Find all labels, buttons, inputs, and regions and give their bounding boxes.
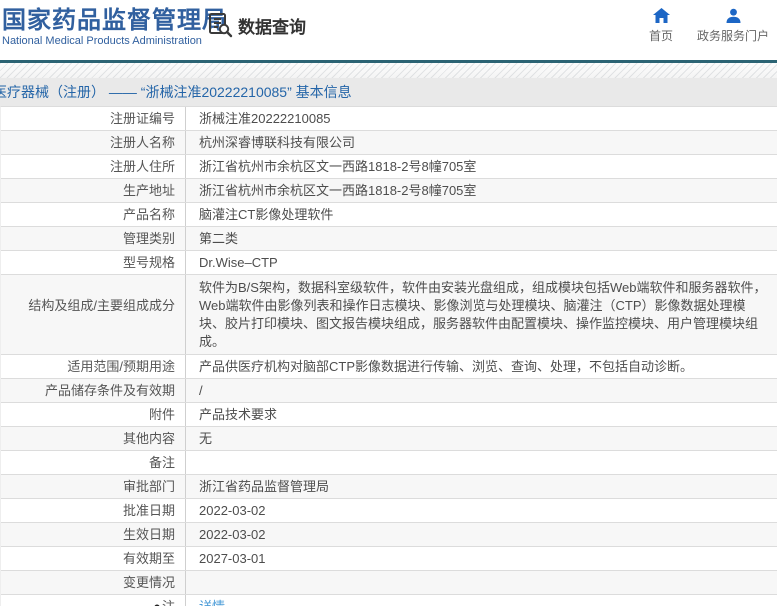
data-query-section[interactable]: 数据查询 [207,12,306,38]
logo-title: 国家药品监督管理局 [2,7,227,34]
home-icon [652,8,670,24]
row-label: 产品名称 [1,203,186,226]
logo-subtitle: National Medical Products Administration [2,35,202,47]
row-value: 2022-03-02 [199,527,266,542]
row-value: Dr.Wise–CTP [199,255,278,270]
table-row-product-name: 产品名称 脑灌注CT影像处理软件 [1,203,777,227]
row-value: 2022-03-02 [199,503,266,518]
table-row-change-status: 变更情况 [1,571,777,595]
row-label: 批准日期 [1,499,186,522]
table-row-production-address: 生产地址 浙江省杭州市余杭区文一西路1818-2号8幢705室 [1,179,777,203]
table-row-intended-use: 适用范围/预期用途 产品供医疗机构对脑部CTP影像数据进行传输、浏览、查询、处理… [1,355,777,379]
row-label: 结构及组成/主要组成成分 [1,275,186,354]
details-link[interactable]: 详情 [199,599,225,606]
table-row-other-content: 其他内容 无 [1,427,777,451]
note-label: 注 [162,599,175,606]
row-label: 型号规格 [1,251,186,274]
nav-home-label: 首页 [648,29,673,43]
table-row-management-class: 管理类别 第二类 [1,227,777,251]
row-value [186,451,777,474]
page-title-bar: 医疗器械（注册） —— “浙械注准20222210085” 基本信息 [0,78,777,106]
row-value: 产品供医疗机构对脑部CTP影像数据进行传输、浏览、查询、处理，不包括自动诊断。 [199,359,694,374]
row-label: ●注 [1,595,186,606]
table-row-note: ●注 详情 [1,595,777,606]
table-row-registrant-address: 注册人住所 浙江省杭州市余杭区文一西路1818-2号8幢705室 [1,155,777,179]
row-label: 备注 [1,451,186,474]
registration-info-table: 注册证编号 浙械注准20222210085 注册人名称 杭州深睿博联科技有限公司… [0,106,777,606]
row-label: 变更情况 [1,571,186,594]
row-value [186,571,777,594]
row-value: 无 [199,431,213,446]
row-value: 浙江省药品监督管理局 [199,479,330,494]
nav-portal-label: 政务服务门户 [697,29,770,43]
table-row-expiry-date: 有效期至 2027-03-01 [1,547,777,571]
data-query-icon [207,12,233,38]
row-label: 产品储存条件及有效期 [1,379,186,402]
row-label: 其他内容 [1,427,186,450]
row-value: 脑灌注CT影像处理软件 [199,207,334,222]
row-value: 产品技术要求 [199,407,278,422]
row-value: 软件为B/S架构，数据科室级软件，软件由安装光盘组成，组成模块包括Web端软件和… [199,280,767,349]
table-row-effective-date: 生效日期 2022-03-02 [1,523,777,547]
page-header: 国家药品监督管理局 National Medical Products Admi… [0,0,777,60]
data-query-label: 数据查询 [238,17,306,37]
table-row-structure-composition: 结构及组成/主要组成成分 软件为B/S架构，数据科室级软件，软件由安装光盘组成，… [1,275,777,355]
row-label: 管理类别 [1,227,186,250]
row-value: 浙江省杭州市余杭区文一西路1818-2号8幢705室 [199,183,477,198]
table-row-storage-conditions: 产品储存条件及有效期 / [1,379,777,403]
nmpa-logo[interactable]: 国家药品监督管理局 National Medical Products Admi… [2,8,227,48]
table-row-approval-department: 审批部门 浙江省药品监督管理局 [1,475,777,499]
row-value: 浙械注准20222210085 [199,111,331,126]
row-value: 第二类 [199,231,239,246]
table-row-approval-date: 批准日期 2022-03-02 [1,499,777,523]
user-icon [725,8,742,24]
row-label: 附件 [1,403,186,426]
row-label: 注册人名称 [1,131,186,154]
row-value: 杭州深睿博联科技有限公司 [199,135,356,150]
table-row-registrant-name: 注册人名称 杭州深睿博联科技有限公司 [1,131,777,155]
row-label: 生产地址 [1,179,186,202]
table-row-model-spec: 型号规格 Dr.Wise–CTP [1,251,777,275]
page-title: 医疗器械（注册） —— “浙械注准20222210085” 基本信息 [0,84,352,100]
row-label: 注册人住所 [1,155,186,178]
hatch-band [0,63,777,78]
row-label: 适用范围/预期用途 [1,355,186,378]
row-value: 2027-03-01 [199,551,266,566]
nav-portal[interactable]: 政务服务门户 [697,8,769,44]
table-row-reg-number: 注册证编号 浙械注准20222210085 [1,107,777,131]
row-value: 详情 [186,595,777,606]
nav-home[interactable]: 首页 [641,8,681,44]
row-label: 生效日期 [1,523,186,546]
row-value: 浙江省杭州市余杭区文一西路1818-2号8幢705室 [199,159,477,174]
note-dot-icon: ● [153,599,161,606]
table-row-remarks: 备注 [1,451,777,475]
row-label: 有效期至 [1,547,186,570]
row-value: / [199,383,203,398]
row-label: 注册证编号 [1,107,186,130]
row-label: 审批部门 [1,475,186,498]
table-row-attachment: 附件 产品技术要求 [1,403,777,427]
